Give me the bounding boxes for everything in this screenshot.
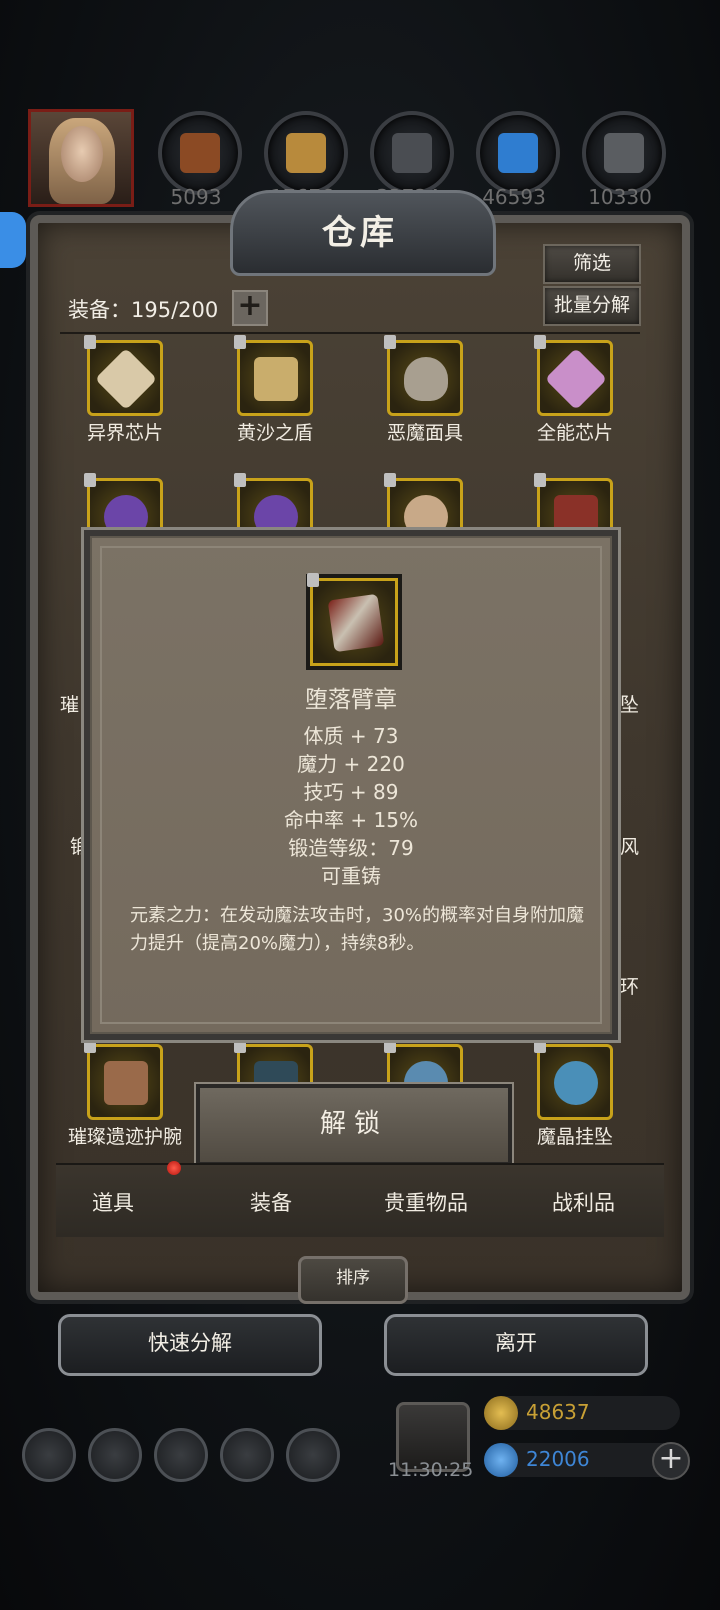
lock-icon [84,473,96,487]
item-slot[interactable]: 魔晶挂坠 [500,1039,650,1149]
avatar-face [61,126,103,182]
gem-counter: 22006 [484,1443,680,1477]
lock-icon [234,335,246,349]
lock-icon [384,335,396,349]
item-name-fragment: 环 [620,976,640,998]
material-icon [392,133,432,173]
add-currency-button[interactable]: + [652,1442,690,1480]
lock-icon [234,473,246,487]
batch-decompose-button[interactable]: 批量分解 [543,286,641,326]
item-name: 黄沙之盾 [236,422,313,444]
tab-items[interactable]: 道具 [92,1187,134,1217]
material-icon [604,133,644,173]
filter-button[interactable]: 筛选 [543,244,641,284]
tooltip-item-name: 堕落臂章 [305,687,397,713]
quick-decompose-button[interactable]: 快速分解 [58,1314,322,1376]
tab-valuables[interactable]: 贵重物品 [384,1187,468,1217]
item-slot[interactable]: 璀璨遗迹护腕 [50,1039,200,1149]
lock-icon [534,1039,546,1053]
tooltip-description: 元素之力：在发动魔法攻击时，30%的概率对自身附加魔力提升（提高20%魔力），持… [130,905,585,954]
add-capacity-button[interactable]: + [232,290,268,326]
item-name: 全能芯片 [536,422,613,444]
player-avatar[interactable] [28,109,134,207]
dock-star-icon[interactable] [88,1428,142,1482]
gem-value: 22006 [526,1447,590,1471]
leave-button[interactable]: 离开 [384,1314,648,1376]
lock-icon [534,473,546,487]
dock-settings-icon[interactable] [22,1428,76,1482]
item-frame [534,1039,613,1120]
tooltip-item-frame [307,573,398,666]
item-frame [84,1039,163,1120]
item-slot[interactable]: 恶魔面具 [350,335,500,445]
lock-icon [234,1039,246,1053]
dock-book-icon[interactable] [154,1428,208,1482]
resource-orb-4[interactable] [476,111,560,195]
lock-icon [84,1039,96,1053]
capacity-label: 装备：195/200 [68,298,219,322]
item-name-fragment: 璀 [60,694,80,716]
pendant-icon [554,1061,598,1105]
item-name: 魔晶挂坠 [536,1126,613,1148]
item-frame [234,335,313,416]
gold-counter: 48637 [484,1396,680,1430]
dock-mail-icon[interactable] [220,1428,274,1482]
gold-icon [484,1396,518,1430]
item-slot[interactable]: 异界芯片 [50,335,200,445]
timer: 11:30:25 [388,1459,474,1481]
category-tabs: 道具 装备 贵重物品 战利品 [56,1163,664,1237]
lock-icon [84,335,96,349]
item-name-fragment: 风 [620,836,640,858]
item-frame [384,335,463,416]
lock-icon [384,1039,396,1053]
item-name: 璀璨遗迹护腕 [67,1126,182,1148]
item-frame [84,335,163,416]
item-name: 异界芯片 [86,422,163,444]
stat-line: 可重铸 [321,864,381,888]
stat-line: 锻造等级：79 [288,836,414,860]
item-slot[interactable]: 黄沙之盾 [200,335,350,445]
lock-icon [307,573,319,587]
item-name: 恶魔面具 [386,422,463,444]
mask-icon [404,357,448,401]
floating-assist-tab[interactable] [0,212,26,268]
tooltip-stats: 体质 + 73 魔力 + 220 技巧 + 89 命中率 + 15% 锻造等级：… [90,722,612,890]
shield-icon [254,357,298,401]
item-frame [534,335,613,416]
resource-orb-5[interactable] [582,111,666,195]
stat-line: 命中率 + 15% [284,808,418,832]
resource-orb-1[interactable] [158,111,242,195]
unlock-button[interactable]: 解锁 [196,1084,512,1166]
gold-value: 48637 [526,1400,590,1424]
gem-icon [484,1443,518,1477]
resource-count-5: 10330 [588,185,652,209]
armband-icon [327,593,385,653]
notification-dot [167,1161,181,1175]
stat-line: 技巧 + 89 [303,780,399,804]
material-icon [286,133,326,173]
stat-line: 体质 + 73 [303,724,399,748]
item-detail-tooltip: 堕落臂章 体质 + 73 魔力 + 220 技巧 + 89 命中率 + 15% … [84,530,618,1040]
panel-title: 仓库 [322,213,398,253]
chip-icon [94,347,158,411]
item-name-fragment: 坠 [620,694,640,716]
chip-icon [544,347,608,411]
lock-icon [384,473,396,487]
dock-map-icon[interactable] [286,1428,340,1482]
resource-orb-3[interactable] [370,111,454,195]
tab-loot[interactable]: 战利品 [552,1187,615,1217]
resource-orb-2[interactable] [264,111,348,195]
lock-icon [534,335,546,349]
sort-button[interactable]: 排序 [298,1256,408,1304]
tab-equipment[interactable]: 装备 [250,1187,292,1217]
divider [60,332,640,334]
material-icon [180,133,220,173]
stat-line: 魔力 + 220 [297,752,405,776]
bracer-icon [104,1061,148,1105]
item-slot[interactable]: 全能芯片 [500,335,650,445]
material-icon [498,133,538,173]
